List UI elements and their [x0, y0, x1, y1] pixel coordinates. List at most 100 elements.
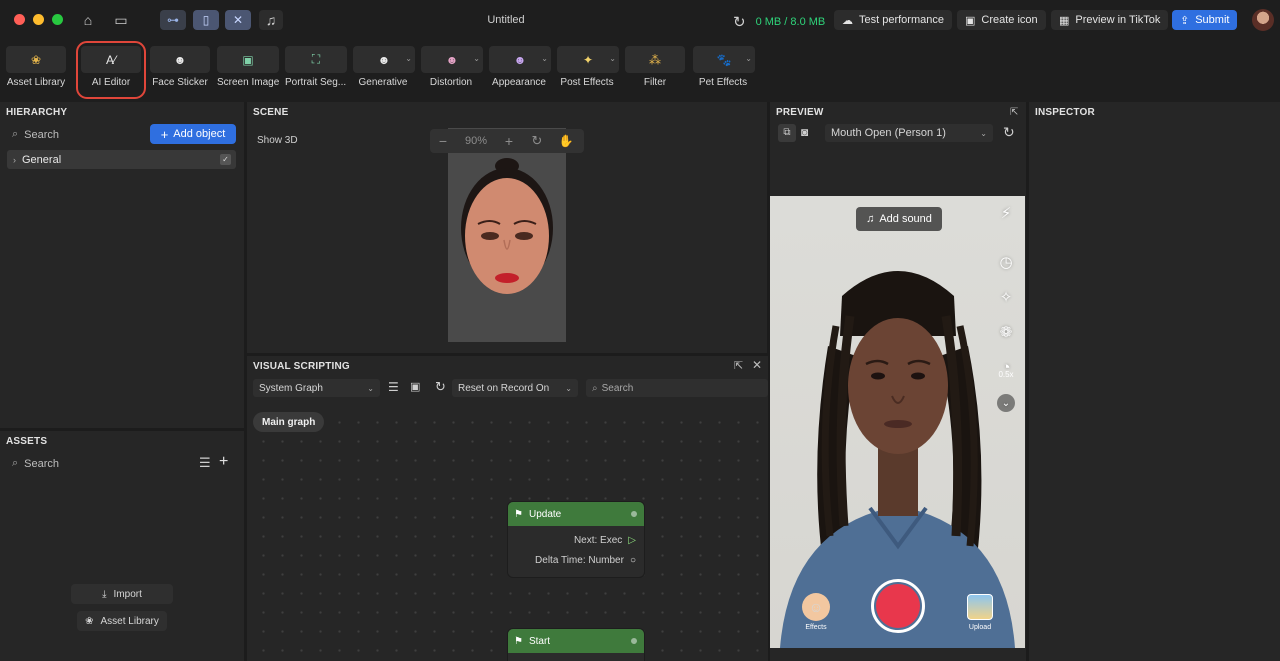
record-button[interactable]	[871, 579, 925, 633]
effects-icon[interactable]: ☺	[802, 593, 830, 621]
popout-icon[interactable]: ⇱	[1010, 107, 1018, 118]
copy-preview-icon[interactable]: ⧉	[778, 124, 796, 142]
beauty-filter-icon[interactable]: ❁	[996, 322, 1016, 342]
hierarchy-search[interactable]: ⌕ Search	[12, 128, 59, 141]
update-node-header[interactable]: ⚑ Update	[508, 502, 644, 526]
chevron-down-icon[interactable]: ⌄	[997, 394, 1015, 412]
tool-label: AI Editor	[91, 77, 131, 88]
tool-screen-image[interactable]: ▣ Screen Image	[217, 46, 279, 94]
refresh-icon[interactable]: ↻	[733, 13, 746, 31]
node-status-dot	[631, 638, 637, 644]
screen-image-icon: ▣	[242, 52, 254, 67]
tool-label: Filter	[643, 77, 667, 88]
tool-face-sticker[interactable]: ☻ Face Sticker	[150, 46, 210, 94]
chevron-down-icon[interactable]: ⌄	[609, 54, 616, 63]
graph-select[interactable]: System Graph ⌄	[253, 379, 380, 397]
tool-label: Face Sticker	[152, 77, 208, 88]
visual-scripting-header: VISUAL SCRIPTING ⇱ ✕ System Graph ⌄ ☰ ▣ …	[247, 356, 768, 405]
ai-editor-icon: A⁄	[105, 52, 116, 67]
import-button[interactable]: ⤓ Import	[71, 584, 173, 604]
number-port-icon[interactable]: ○	[630, 555, 636, 566]
start-node-header[interactable]: ⚑ Start	[508, 629, 644, 653]
tool-filter[interactable]: ⁂ Filter	[625, 46, 685, 94]
list-icon[interactable]: ☰	[388, 380, 399, 394]
upload-image-icon[interactable]	[967, 594, 993, 620]
record-inner	[876, 584, 920, 628]
tool-ai-editor[interactable]: A⁄ AI Editor	[76, 41, 146, 99]
update-node-title: Update	[528, 508, 562, 520]
camera-icon[interactable]: ◙	[801, 125, 808, 139]
exec-arrow-icon[interactable]: ▷	[628, 535, 636, 546]
tool-distortion[interactable]: ☻ ⌄ Distortion	[421, 46, 483, 94]
chevron-down-icon[interactable]: ⌄	[473, 54, 480, 63]
reset-view-icon[interactable]: ↻	[522, 133, 552, 149]
preview-in-tiktok-button[interactable]: ▦ Preview in TikTok	[1051, 10, 1169, 30]
chevron-down-icon: ⌄	[367, 383, 374, 393]
add-object-button[interactable]: + Add object	[150, 124, 236, 144]
search-icon: ⌕	[592, 382, 598, 394]
main-graph-tab[interactable]: Main graph	[253, 412, 325, 432]
popout-icon[interactable]: ⇱	[734, 359, 743, 372]
hierarchy-item-label: General	[22, 153, 62, 166]
timer-icon[interactable]: ◷	[996, 252, 1016, 272]
test-performance-button[interactable]: ☁ Test performance	[834, 10, 952, 30]
chevron-down-icon: ⌄	[565, 383, 572, 393]
import-label: Import	[113, 588, 142, 600]
chevron-down-icon[interactable]: ⌄	[745, 54, 752, 63]
panel-layout-icon[interactable]: ▣	[410, 380, 420, 393]
hierarchy-search-input[interactable]: Search	[24, 129, 59, 141]
refresh-icon[interactable]: ↻	[1003, 124, 1015, 141]
scene-title: SCENE	[253, 107, 289, 118]
delta-time-port[interactable]: Delta Time: Number ○	[508, 550, 644, 570]
update-node[interactable]: ⚑ Update Next: Exec ▷ Delta Time: Number…	[507, 501, 645, 578]
tool-portrait-segmentation[interactable]: ⛶ Portrait Seg...	[285, 46, 347, 94]
add-asset-icon[interactable]: +	[219, 453, 228, 471]
zoom-level: 90%	[464, 135, 488, 147]
graph-select-value: System Graph	[259, 382, 323, 394]
tool-pet-effects[interactable]: 🐾 ⌄ Pet Effects	[693, 46, 755, 94]
upload-icon: ⇪	[1180, 14, 1190, 27]
hand-pan-icon[interactable]: ✋	[552, 134, 580, 148]
chevron-down-icon[interactable]: ⌄	[541, 54, 548, 63]
assets-title: ASSETS	[6, 436, 48, 447]
magic-wand-icon[interactable]: ✧	[996, 287, 1016, 307]
memory-usage: ↻ 0 MB / 8.0 MB	[733, 13, 825, 31]
portrait-segmentation-icon: ⛶	[311, 52, 321, 66]
tool-asset-library[interactable]: ❀ Asset Library	[6, 46, 66, 94]
asset-library-icon: ❀	[30, 52, 42, 67]
filter-list-icon[interactable]: ☰	[199, 455, 211, 471]
memory-usage-text: 0 MB / 8.0 MB	[755, 16, 826, 28]
asset-library-button[interactable]: ❀ Asset Library	[77, 611, 167, 631]
assets-search-input[interactable]: Search	[24, 458, 59, 470]
reset-mode-select[interactable]: Reset on Record On ⌄	[452, 379, 578, 397]
user-avatar[interactable]	[1252, 9, 1274, 31]
trigger-select[interactable]: Mouth Open (Person 1) ⌄	[825, 124, 993, 142]
plus-icon: +	[160, 126, 169, 142]
zoom-in-icon[interactable]: +	[496, 133, 522, 149]
submit-button[interactable]: ⇪ Submit	[1172, 10, 1238, 30]
visibility-checkbox[interactable]: ✓	[220, 154, 231, 165]
hierarchy-item-general[interactable]: › General ✓	[7, 150, 236, 169]
refresh-icon[interactable]: ↻	[435, 379, 446, 395]
assets-search[interactable]: ⌕ Search	[12, 457, 59, 470]
cloud-upload-icon: ☁	[842, 14, 853, 27]
create-icon-button[interactable]: ▣ Create icon	[957, 10, 1046, 30]
node-search-input[interactable]: ⌕ Search	[586, 379, 768, 397]
filter-icon: ⁂	[649, 52, 661, 67]
flash-icon[interactable]: ⚡	[996, 203, 1016, 223]
add-sound-button[interactable]: ♫ Add sound	[856, 207, 942, 231]
show-3d-toggle[interactable]: Show 3D	[257, 135, 298, 146]
chevron-right-icon[interactable]: ›	[13, 155, 16, 165]
qr-code-icon: ▦	[1059, 14, 1070, 27]
zoom-toolbar: − 90% + ↻ ✋	[430, 129, 584, 153]
zoom-out-icon[interactable]: −	[430, 133, 456, 149]
start-node-title: Start	[528, 635, 551, 647]
tool-appearance[interactable]: ☻ ⌄ Appearance	[489, 46, 551, 94]
scene-canvas[interactable]	[448, 128, 566, 342]
next-exec-port[interactable]: Next: Exec ▷	[508, 530, 644, 550]
tool-post-effects[interactable]: ✦ ⌄ Post Effects	[557, 46, 619, 94]
chevron-down-icon[interactable]: ⌄	[405, 54, 412, 63]
close-icon[interactable]: ✕	[752, 358, 762, 372]
start-node[interactable]: ⚑ Start	[507, 628, 645, 661]
tool-generative[interactable]: ☻ ⌄ Generative	[353, 46, 415, 94]
